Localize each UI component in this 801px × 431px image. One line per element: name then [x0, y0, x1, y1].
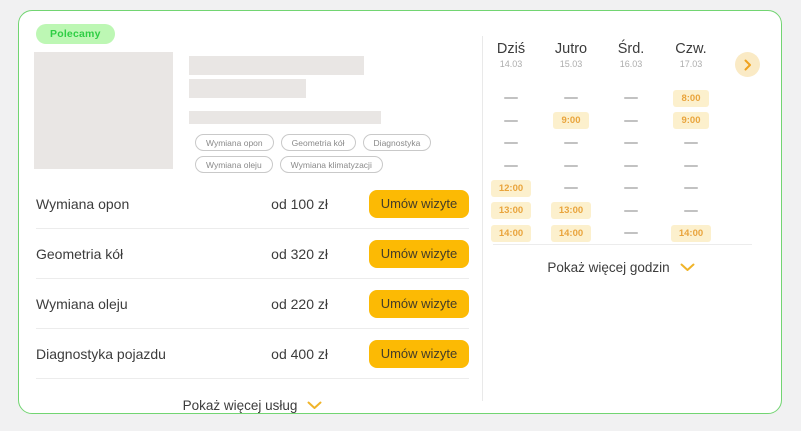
workshop-name-placeholder	[189, 56, 364, 75]
service-name: Wymiana opon	[36, 196, 238, 212]
empty-slot-dash	[564, 165, 578, 167]
empty-slot-dash	[504, 120, 518, 122]
service-price: od 400 zł	[238, 346, 328, 362]
service-tags: Wymiana opon Geometria kół Diagnostyka Wymi…	[195, 134, 445, 173]
day-name: Śrd.	[601, 41, 661, 57]
book-visit-button[interactable]: Umów wizyte	[369, 190, 469, 218]
empty-slot-dash	[624, 142, 638, 144]
day-date: 14.03	[481, 59, 541, 69]
service-name: Diagnostyka pojazdu	[36, 346, 238, 362]
workshop-card: Polecamy Wymiana opon Geometria kół Diagno…	[18, 10, 782, 414]
empty-slot-dash	[684, 165, 698, 167]
empty-slot-dash	[504, 97, 518, 99]
empty-slot-dash	[564, 97, 578, 99]
chevron-down-icon	[307, 401, 322, 410]
service-tag: Geometria kół	[281, 134, 356, 151]
time-slot[interactable]: 9:00	[673, 112, 708, 129]
empty-slot-dash	[564, 187, 578, 189]
time-slot[interactable]: 12:00	[491, 180, 531, 197]
workshop-subtitle-placeholder	[189, 79, 306, 98]
chevron-right-icon	[744, 59, 752, 71]
empty-slot-dash	[504, 165, 518, 167]
time-slot[interactable]: 14:00	[491, 225, 531, 242]
day-date: 15.03	[541, 59, 601, 69]
workshop-photo-placeholder	[34, 52, 173, 169]
day-column-header: Jutro 15.03	[541, 41, 601, 69]
empty-slot-dash	[624, 97, 638, 99]
service-row: Diagnostyka pojazdu od 400 zł Umów wizyt…	[36, 329, 469, 379]
service-row: Wymiana oleju od 220 zł Umów wizyte	[36, 279, 469, 329]
book-visit-button[interactable]: Umów wizyte	[369, 240, 469, 268]
service-row: Geometria kół od 320 zł Umów wizyte	[36, 229, 469, 279]
service-row: Wymiana opon od 100 zł Umów wizyte	[36, 179, 469, 229]
empty-slot-dash	[684, 142, 698, 144]
next-days-button[interactable]	[735, 52, 760, 77]
empty-slot-dash	[624, 232, 638, 234]
service-tag: Wymiana opon	[195, 134, 274, 151]
service-price: od 320 zł	[238, 246, 328, 262]
empty-slot-dash	[624, 187, 638, 189]
show-more-services-button[interactable]: Pokaż więcej usług	[36, 389, 469, 421]
show-more-hours-label: Pokaż więcej godzin	[547, 260, 669, 275]
service-price: od 220 zł	[238, 296, 328, 312]
services-list: Wymiana opon od 100 zł Umów wizyte Geome…	[36, 179, 469, 379]
day-name: Jutro	[541, 41, 601, 57]
chevron-down-icon	[680, 263, 695, 272]
service-price: od 100 zł	[238, 196, 328, 212]
service-name: Geometria kół	[36, 246, 238, 262]
slots-grid: 8:00 9:00 9:00 12:00 13:00 13:00 14:00 14:00 14:…	[481, 87, 721, 245]
empty-slot-dash	[624, 165, 638, 167]
recommended-badge: Polecamy	[36, 24, 115, 44]
service-name: Wymiana oleju	[36, 296, 238, 312]
time-slot[interactable]: 14:00	[671, 225, 711, 242]
time-slot[interactable]: 9:00	[553, 112, 588, 129]
day-name: Dziś	[481, 41, 541, 57]
empty-slot-dash	[504, 142, 518, 144]
empty-slot-dash	[684, 210, 698, 212]
time-slot[interactable]: 14:00	[551, 225, 591, 242]
time-slot[interactable]: 8:00	[673, 90, 708, 107]
day-column-header: Dziś 14.03	[481, 41, 541, 69]
service-tag: Wymiana klimatyzacji	[280, 156, 383, 173]
day-column-header: Śrd. 16.03	[601, 41, 661, 69]
empty-slot-dash	[684, 187, 698, 189]
day-date: 16.03	[601, 59, 661, 69]
book-visit-button[interactable]: Umów wizyte	[369, 290, 469, 318]
show-more-services-label: Pokaż więcej usług	[183, 398, 298, 413]
service-tag: Diagnostyka	[363, 134, 432, 151]
schedule-divider	[493, 244, 752, 245]
empty-slot-dash	[624, 210, 638, 212]
service-tag: Wymiana oleju	[195, 156, 273, 173]
time-slot[interactable]: 13:00	[551, 202, 591, 219]
time-slot[interactable]: 13:00	[491, 202, 531, 219]
page-background: Polecamy Wymiana opon Geometria kół Diagno…	[0, 0, 801, 431]
empty-slot-dash	[564, 142, 578, 144]
day-name: Czw.	[661, 41, 721, 57]
book-visit-button[interactable]: Umów wizyte	[369, 340, 469, 368]
day-date: 17.03	[661, 59, 721, 69]
workshop-address-placeholder	[189, 111, 381, 124]
show-more-hours-button[interactable]: Pokaż więcej godzin	[481, 251, 761, 283]
empty-slot-dash	[624, 120, 638, 122]
day-column-header: Czw. 17.03	[661, 41, 721, 69]
days-header: Dziś 14.03 Jutro 15.03 Śrd. 16.03 Czw. 1…	[481, 41, 721, 69]
